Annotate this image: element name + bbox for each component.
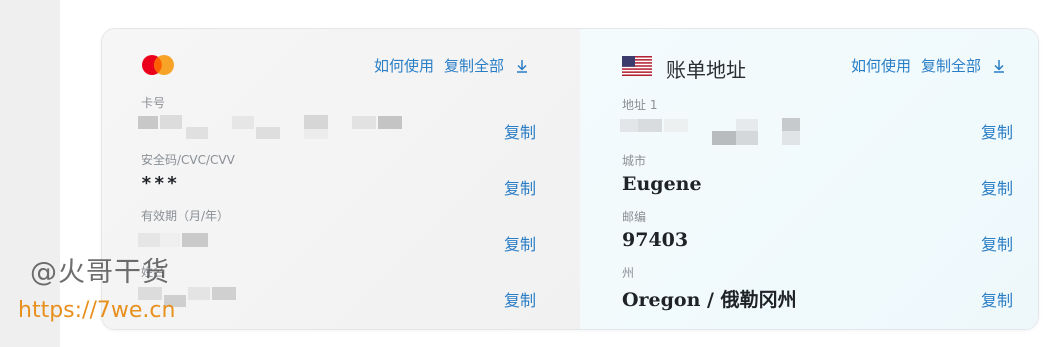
copy-address-line1-button[interactable]: 复制	[981, 119, 1013, 143]
address-line1-label: 地址 1	[622, 98, 658, 112]
cvc-value: ***	[141, 173, 180, 194]
expiry-value-redacted	[138, 231, 210, 251]
copy-all-button[interactable]: 复制全部	[444, 55, 504, 76]
copy-city-button[interactable]: 复制	[981, 175, 1013, 199]
zip-label: 邮编	[622, 210, 647, 224]
billing-actions: 如何使用 复制全部	[851, 55, 1007, 76]
left-sidebar-strip	[0, 0, 60, 347]
card-actions: 如何使用 复制全部	[374, 55, 530, 76]
zip-value: 97403	[622, 229, 689, 251]
card-number-label: 卡号	[141, 96, 166, 110]
city-label: 城市	[622, 154, 647, 168]
copy-expiry-button[interactable]: 复制	[504, 231, 536, 255]
us-flag-icon	[622, 56, 652, 76]
card-number-value-redacted	[138, 115, 403, 141]
billing-address-panel: 账单地址 如何使用 复制全部 地址 1 复制 城市 Eugene 复制 邮编 9…	[580, 29, 1038, 329]
mastercard-logo-icon	[142, 55, 174, 75]
download-icon[interactable]	[514, 58, 530, 74]
billing-how-to-use-link[interactable]: 如何使用	[851, 55, 911, 76]
copy-state-button[interactable]: 复制	[981, 287, 1013, 311]
expiry-label: 有效期（月/年）	[141, 209, 230, 223]
how-to-use-link[interactable]: 如何使用	[374, 55, 434, 76]
city-value: Eugene	[622, 173, 702, 195]
state-value: Oregon / 俄勒冈州	[622, 289, 797, 311]
state-label: 州	[622, 266, 635, 280]
address-line1-value-redacted	[620, 117, 810, 149]
copy-zip-button[interactable]: 复制	[981, 231, 1013, 255]
watermark-url: https://7we.cn	[18, 298, 176, 323]
billing-download-icon[interactable]	[991, 58, 1007, 74]
watermark-handle: @火哥干货	[30, 257, 170, 288]
virtual-card-details: 如何使用 复制全部 卡号 复制 安全码/CVC/CVV *** 复制 有效期（月…	[101, 28, 1039, 330]
copy-cvc-button[interactable]: 复制	[504, 175, 536, 199]
card-info-panel: 如何使用 复制全部 卡号 复制 安全码/CVC/CVV *** 复制 有效期（月…	[102, 29, 580, 329]
copy-card-number-button[interactable]: 复制	[504, 119, 536, 143]
billing-copy-all-button[interactable]: 复制全部	[921, 55, 981, 76]
billing-address-title: 账单地址	[666, 58, 746, 82]
copy-cardholder-name-button[interactable]: 复制	[504, 287, 536, 311]
cvc-label: 安全码/CVC/CVV	[141, 153, 235, 167]
